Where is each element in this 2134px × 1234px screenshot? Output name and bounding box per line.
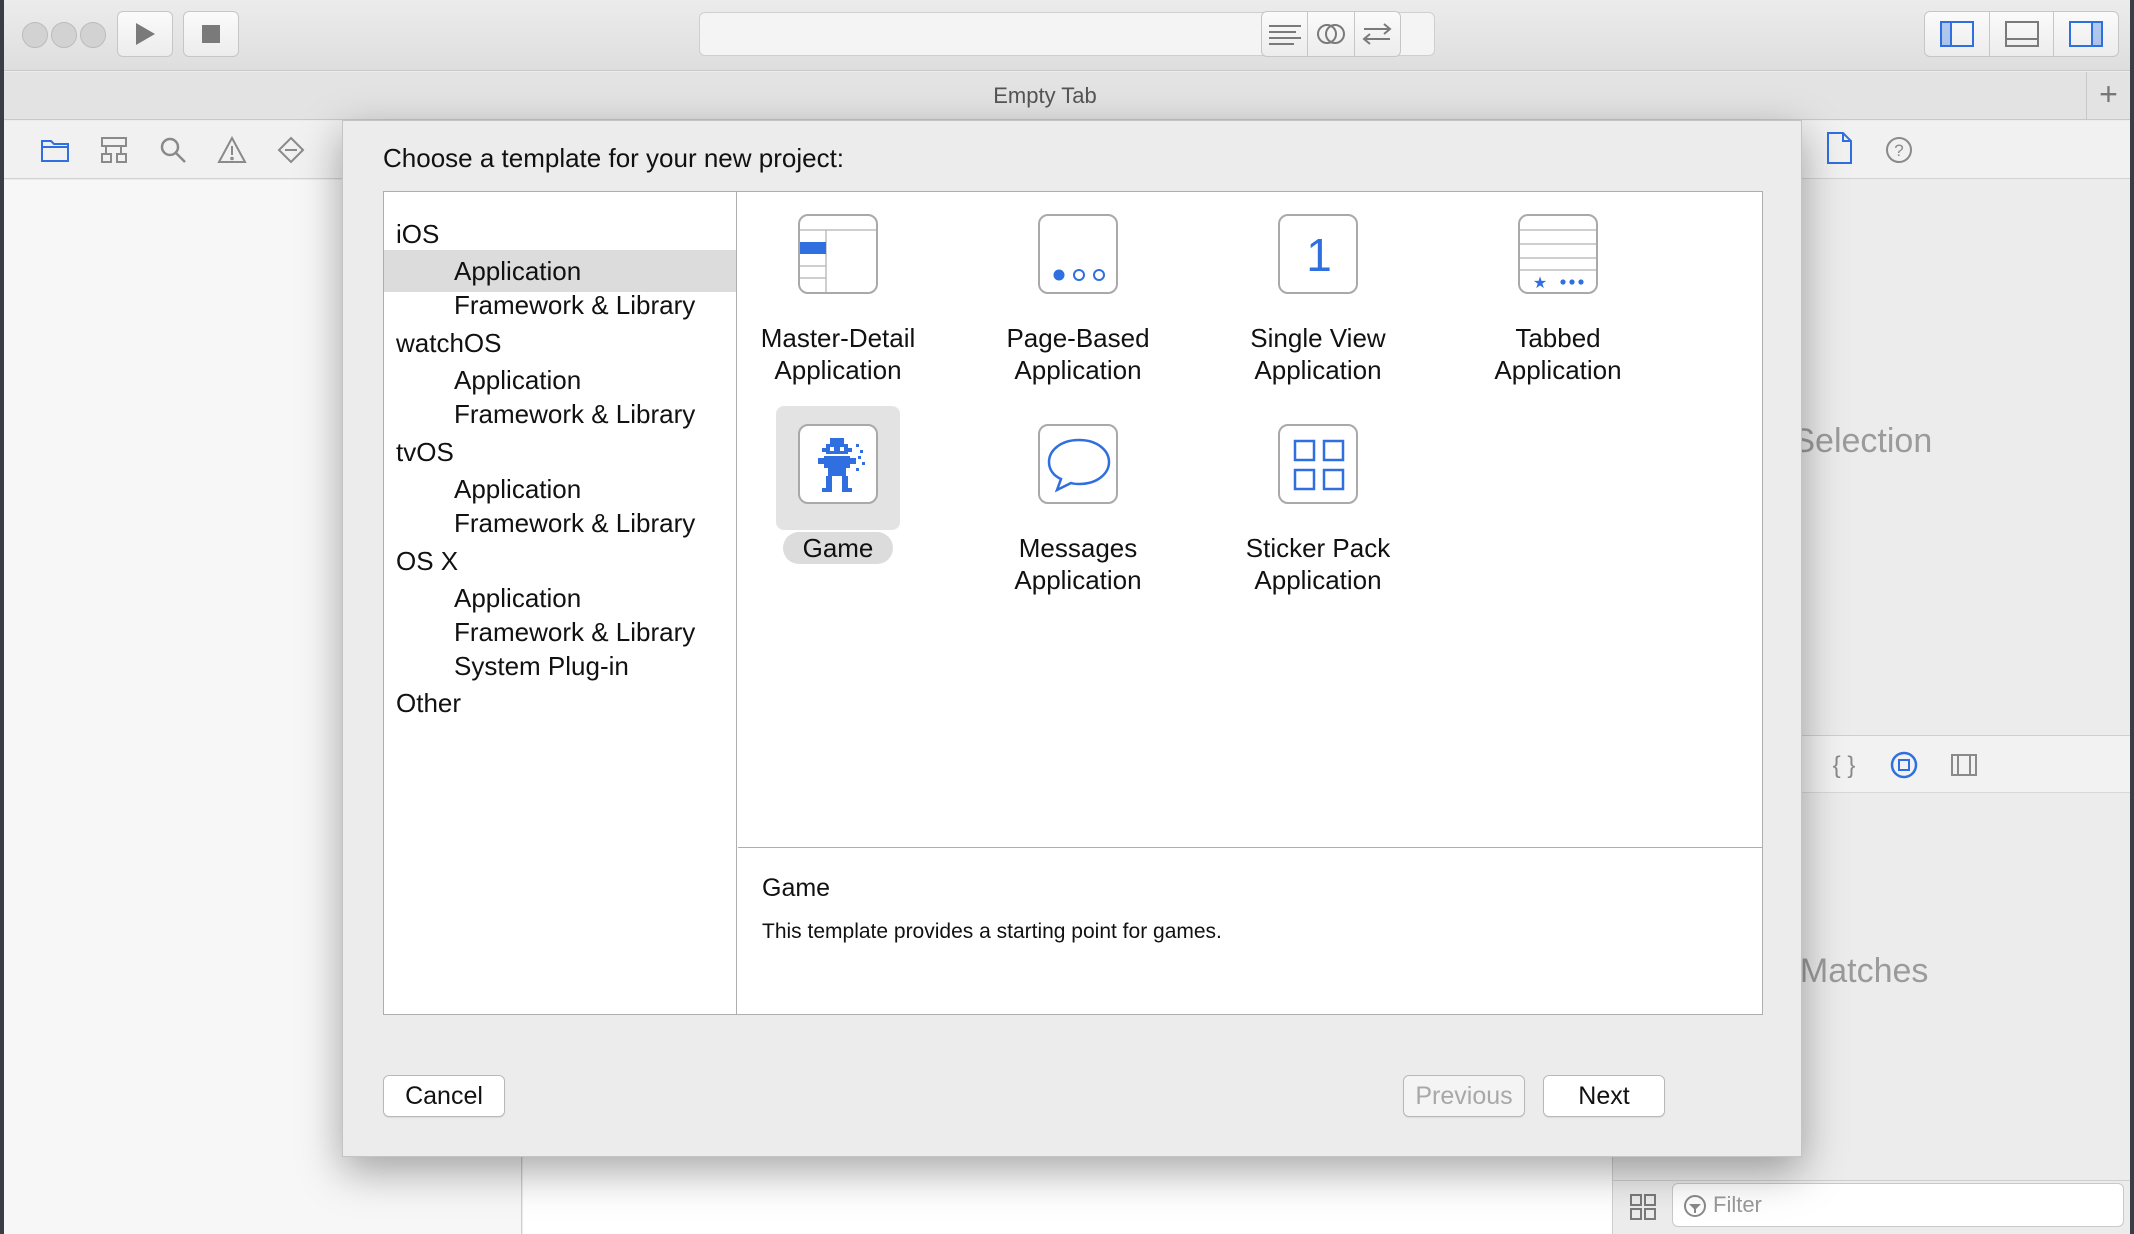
xcode-window: Empty Tab + ? o Selection { } lo Matches… [4,0,2130,1234]
filter-input[interactable] [1713,1190,2113,1220]
folder-icon[interactable] [40,135,70,165]
toggle-navigator-icon [1939,21,1974,47]
toggle-navigator-button[interactable] [1925,12,1990,56]
tab-empty[interactable]: Empty Tab [4,72,2086,120]
template-name-line1: Tabbed [1515,323,1601,353]
template-page-based[interactable]: Page-Based Application [978,214,1178,385]
warning-icon[interactable] [217,135,247,165]
media-library-icon[interactable] [1949,750,1979,780]
grid-view-icon[interactable] [1629,1193,1657,1221]
page-based-icon [1038,214,1118,294]
game-icon [798,424,878,504]
platform-header-other[interactable]: Other [396,682,461,724]
zoom-window-button[interactable] [80,22,106,48]
template-game[interactable]: Game [738,406,938,564]
template-name-line2: Application [1494,355,1622,385]
template-name-line1: Sticker Pack [1245,533,1391,563]
template-name-line2: Application [1014,355,1142,385]
template-messages[interactable]: Messages Application [978,424,1178,595]
close-window-button[interactable] [22,22,48,48]
standard-editor-button[interactable] [1262,12,1309,56]
template-name-line1: Master-Detail [760,323,916,353]
editor-mode-segmented-control [1261,11,1401,57]
template-description-pane: Game This template provides a starting p… [738,847,1762,1014]
new-tab-button[interactable]: + [2086,72,2130,120]
tab-bar: Empty Tab + [4,72,2130,120]
platform-item-tvos-framework-library[interactable]: Framework & Library [384,502,736,544]
sheet-title: Choose a template for your new project: [383,143,845,173]
toggle-utilities-button[interactable] [2054,12,2118,56]
template-name-line2: Application [774,355,902,385]
platform-item-osx-system-plugin[interactable]: System Plug-in [384,645,736,687]
template-single-view[interactable]: 1 Single View Application [1218,214,1418,385]
template-chooser: iOS Application Framework & Library watc… [383,191,1763,1015]
hierarchy-icon[interactable] [99,135,129,165]
template-grid: Master-Detail Application Page-Based App… [738,192,1762,846]
search-icon[interactable] [158,135,188,165]
template-name-line1: Messages [1018,533,1138,563]
platform-item-watchos-framework-library[interactable]: Framework & Library [384,393,736,435]
svg-text:1: 1 [1306,229,1332,281]
template-chooser-sheet: Choose a template for your new project: … [342,120,1802,1157]
view-toggles-segmented-control [1924,11,2119,57]
help-icon[interactable]: ? [1884,135,1914,165]
svg-text:{ }: { } [1833,752,1856,779]
platform-header-ios: iOS [396,219,440,249]
platform-list: iOS Application Framework & Library watc… [384,192,737,1014]
cancel-button[interactable]: Cancel [383,1075,505,1117]
template-name-line1: Page-Based [1006,323,1150,353]
run-button[interactable] [117,11,173,57]
template-name-line1: Single View [1250,323,1386,353]
template-tabbed[interactable]: ★ Tabbed Application [1458,214,1658,385]
platform-header-tvos: tvOS [396,437,454,467]
play-icon [136,23,155,45]
breakpoint-icon[interactable] [276,135,306,165]
assistant-editor-icon [1316,24,1345,44]
previous-button[interactable]: Previous [1403,1075,1525,1117]
file-inspector-icon[interactable] [1824,131,1854,165]
tabbed-icon: ★ [1518,214,1598,294]
stop-icon [202,25,220,43]
template-name-line2: Application [1254,355,1382,385]
template-name-line1: Game [782,532,894,564]
version-editor-button[interactable] [1355,12,1400,56]
description-title: Game [762,874,831,902]
template-name-line2: Application [1014,565,1142,595]
object-library-icon[interactable] [1889,750,1919,780]
template-master-detail[interactable]: Master-Detail Application [738,214,938,385]
filter-icon [1684,1195,1706,1217]
description-text: This template provides a starting point … [762,920,1222,943]
messages-icon [1038,424,1118,504]
code-snippet-icon[interactable]: { } [1829,750,1859,780]
assistant-editor-button[interactable] [1308,12,1355,56]
master-detail-icon [798,214,878,294]
platform-header-osx: OS X [396,546,459,576]
platform-item-ios-framework-library[interactable]: Framework & Library [384,284,736,326]
library-filter-field[interactable] [1672,1183,2124,1227]
sticker-pack-icon [1278,424,1358,504]
next-button[interactable]: Next [1543,1075,1665,1117]
minimize-window-button[interactable] [51,22,77,48]
stop-button[interactable] [183,11,239,57]
standard-editor-icon [1268,25,1301,45]
svg-text:★: ★ [1533,273,1547,292]
toggle-debug-area-icon [2004,21,2039,47]
version-editor-icon [1362,23,1392,45]
platform-header-watchos: watchOS [396,328,502,358]
template-sticker-pack[interactable]: Sticker Pack Application [1218,424,1418,595]
toggle-utilities-icon [2069,21,2104,47]
toggle-debug-area-button[interactable] [1990,12,2055,56]
template-name-line2: Application [1254,565,1382,595]
svg-text:?: ? [1894,141,1903,160]
single-view-icon: 1 [1278,214,1358,294]
toolbar [4,0,2130,71]
